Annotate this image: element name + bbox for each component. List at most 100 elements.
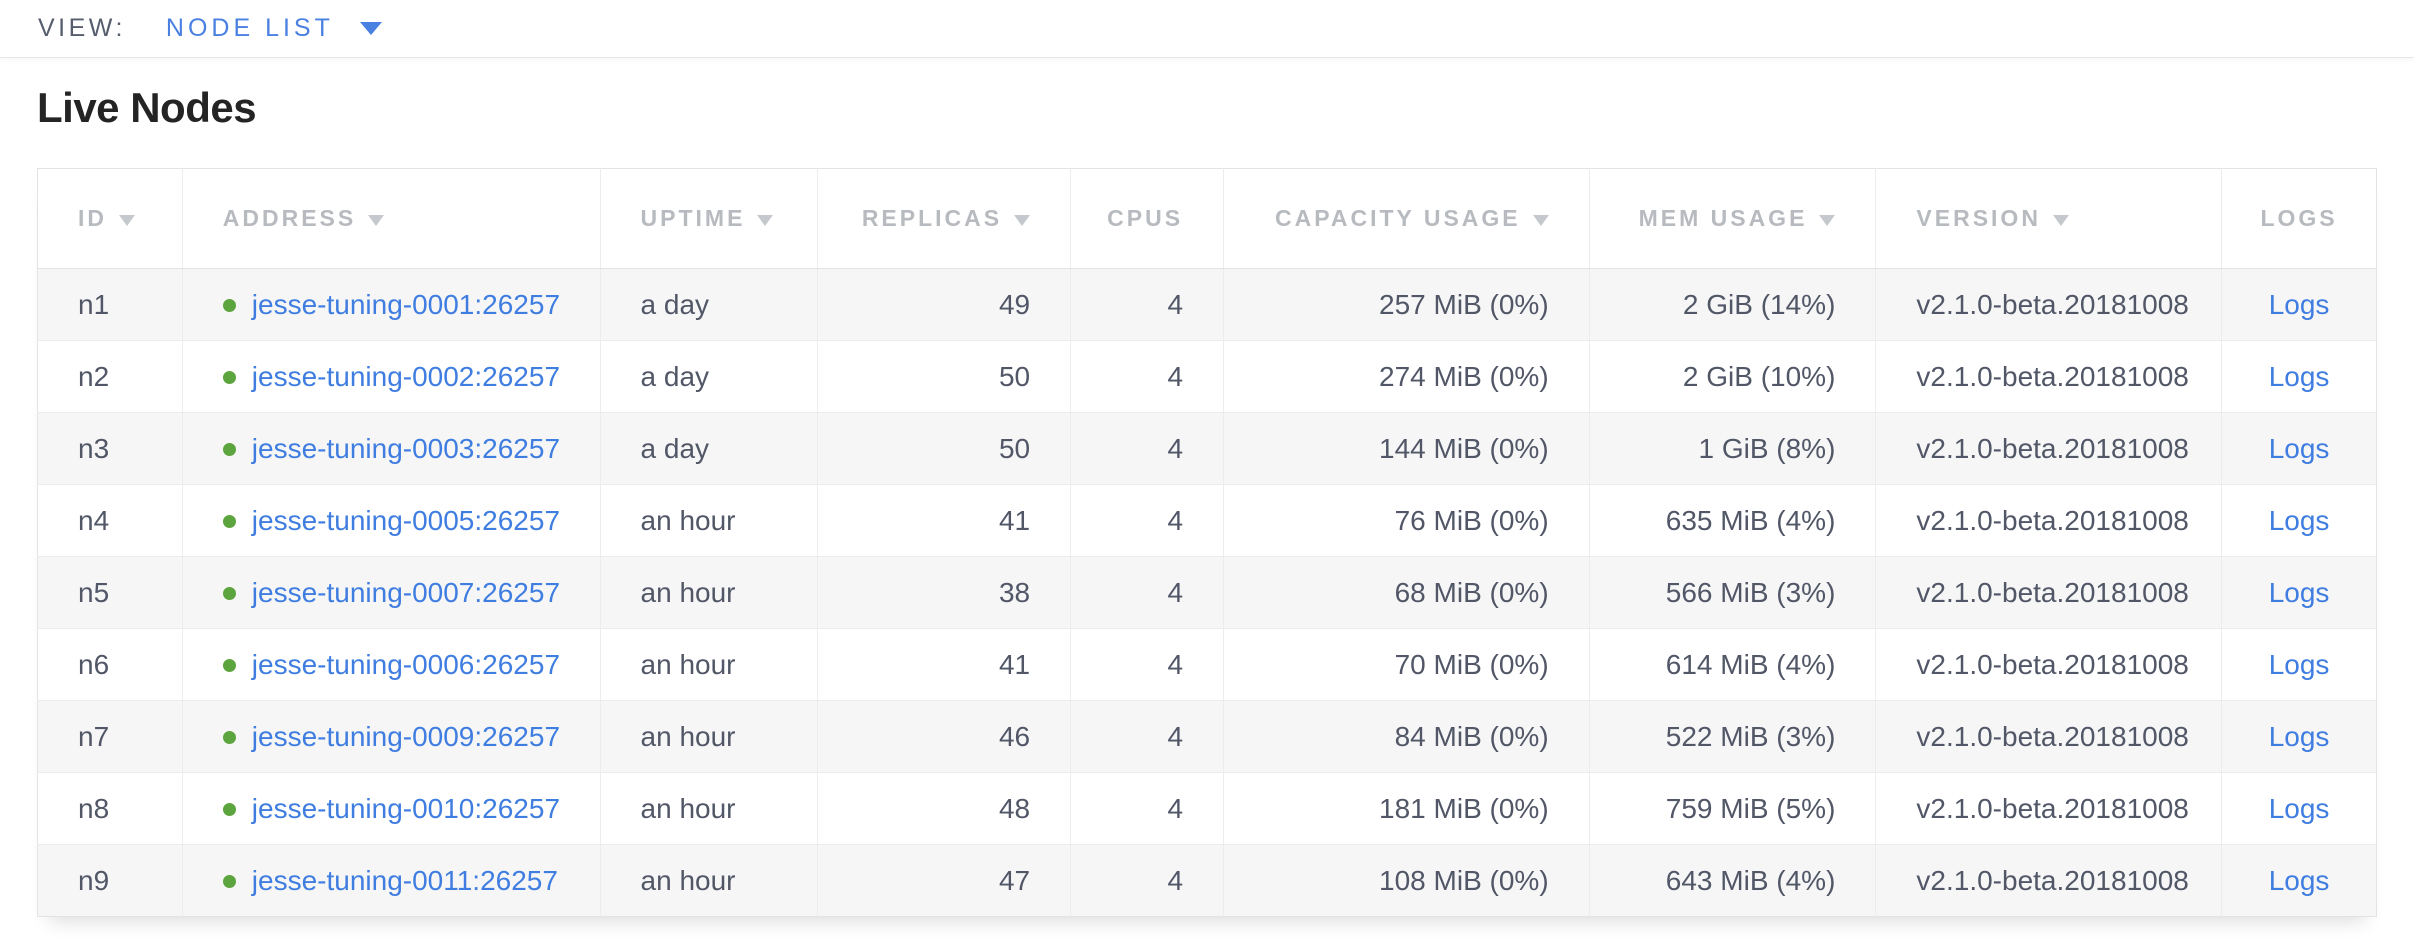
column-header-id[interactable]: ID <box>38 169 183 269</box>
node-uptime-cell: a day <box>600 341 818 413</box>
node-address-cell: jesse-tuning-0006:26257 <box>182 629 600 701</box>
node-version-cell: v2.1.0-beta.20181008 <box>1876 341 2222 413</box>
column-header-uptime[interactable]: UPTIME <box>600 169 818 269</box>
node-uptime-cell: a day <box>600 413 818 485</box>
node-cpus-cell: 4 <box>1071 485 1224 557</box>
node-uptime-cell: an hour <box>600 629 818 701</box>
node-id-cell: n7 <box>38 701 183 773</box>
node-version-cell: v2.1.0-beta.20181008 <box>1876 269 2222 341</box>
node-logs-cell: Logs <box>2222 845 2377 917</box>
node-capacity_usage-cell: 108 MiB (0%) <box>1224 845 1590 917</box>
view-selector-dropdown[interactable]: NODE LIST <box>166 14 382 43</box>
node-mem_usage-cell: 522 MiB (3%) <box>1589 701 1876 773</box>
node-id-cell: n5 <box>38 557 183 629</box>
node-version-cell: v2.1.0-beta.20181008 <box>1876 557 2222 629</box>
node-logs-cell: Logs <box>2222 341 2377 413</box>
column-header-address[interactable]: ADDRESS <box>182 169 600 269</box>
node-replicas-cell: 50 <box>818 341 1071 413</box>
node-logs-link[interactable]: Logs <box>2269 505 2330 536</box>
node-address-cell: jesse-tuning-0001:26257 <box>182 269 600 341</box>
node-mem_usage-cell: 759 MiB (5%) <box>1589 773 1876 845</box>
column-label: CPUS <box>1107 205 1183 231</box>
node-address-cell: jesse-tuning-0011:26257 <box>182 845 600 917</box>
node-address-link[interactable]: jesse-tuning-0009:26257 <box>252 721 560 752</box>
node-mem_usage-cell: 566 MiB (3%) <box>1589 557 1876 629</box>
node-address-link[interactable]: jesse-tuning-0007:26257 <box>252 577 560 608</box>
node-logs-link[interactable]: Logs <box>2269 289 2330 320</box>
live-nodes-section: Live Nodes ID ADDRESSUPTIMEREPLICAS CPUS CA… <box>0 84 2414 917</box>
node-logs-link[interactable]: Logs <box>2269 649 2330 680</box>
node-mem_usage-cell: 1 GiB (8%) <box>1589 413 1876 485</box>
node-mem_usage-cell: 2 GiB (14%) <box>1589 269 1876 341</box>
view-selected-value: NODE LIST <box>166 14 334 43</box>
node-live-status-icon <box>223 659 236 672</box>
node-capacity_usage-cell: 181 MiB (0%) <box>1224 773 1590 845</box>
column-label: LOGS <box>2260 205 2337 231</box>
node-live-status-icon <box>223 515 236 528</box>
node-uptime-cell: an hour <box>600 773 818 845</box>
column-header-cpus: CPUS <box>1071 169 1224 269</box>
node-logs-link[interactable]: Logs <box>2269 433 2330 464</box>
sort-desc-icon <box>119 215 135 226</box>
node-live-status-icon <box>223 803 236 816</box>
column-header-mem_usage[interactable]: MEM USAGE <box>1589 169 1876 269</box>
node-row-n2: n2jesse-tuning-0002:26257a day504274 MiB… <box>38 341 2377 413</box>
node-version-cell: v2.1.0-beta.20181008 <box>1876 701 2222 773</box>
node-address-link[interactable]: jesse-tuning-0006:26257 <box>252 649 560 680</box>
column-label: CAPACITY USAGE <box>1275 205 1521 231</box>
node-address-cell: jesse-tuning-0003:26257 <box>182 413 600 485</box>
node-address-link[interactable]: jesse-tuning-0005:26257 <box>252 505 560 536</box>
node-capacity_usage-cell: 257 MiB (0%) <box>1224 269 1590 341</box>
node-cpus-cell: 4 <box>1071 341 1224 413</box>
node-cpus-cell: 4 <box>1071 413 1224 485</box>
node-uptime-cell: an hour <box>600 845 818 917</box>
node-logs-link[interactable]: Logs <box>2269 793 2330 824</box>
node-live-status-icon <box>223 731 236 744</box>
column-label: MEM USAGE <box>1639 205 1808 231</box>
node-live-status-icon <box>223 875 236 888</box>
node-address-link[interactable]: jesse-tuning-0011:26257 <box>252 865 558 896</box>
page-title: Live Nodes <box>37 84 2377 132</box>
node-version-cell: v2.1.0-beta.20181008 <box>1876 485 2222 557</box>
node-uptime-cell: a day <box>600 269 818 341</box>
node-row-n8: n8jesse-tuning-0010:26257an hour484181 M… <box>38 773 2377 845</box>
chevron-down-icon <box>360 22 382 35</box>
node-logs-link[interactable]: Logs <box>2269 721 2330 752</box>
node-replicas-cell: 46 <box>818 701 1071 773</box>
node-logs-link[interactable]: Logs <box>2269 361 2330 392</box>
sort-desc-icon <box>368 215 384 226</box>
node-replicas-cell: 47 <box>818 845 1071 917</box>
node-logs-link[interactable]: Logs <box>2269 577 2330 608</box>
node-address-cell: jesse-tuning-0002:26257 <box>182 341 600 413</box>
node-uptime-cell: an hour <box>600 485 818 557</box>
column-header-version[interactable]: VERSION <box>1876 169 2222 269</box>
column-header-logs: LOGS <box>2222 169 2377 269</box>
node-address-link[interactable]: jesse-tuning-0010:26257 <box>252 793 560 824</box>
column-header-replicas[interactable]: REPLICAS <box>818 169 1071 269</box>
node-cpus-cell: 4 <box>1071 701 1224 773</box>
node-cpus-cell: 4 <box>1071 269 1224 341</box>
node-logs-cell: Logs <box>2222 557 2377 629</box>
node-logs-link[interactable]: Logs <box>2269 865 2330 896</box>
node-cpus-cell: 4 <box>1071 845 1224 917</box>
sort-desc-icon <box>1533 215 1549 226</box>
node-capacity_usage-cell: 144 MiB (0%) <box>1224 413 1590 485</box>
node-version-cell: v2.1.0-beta.20181008 <box>1876 845 2222 917</box>
node-address-link[interactable]: jesse-tuning-0002:26257 <box>252 361 560 392</box>
node-address-link[interactable]: jesse-tuning-0001:26257 <box>252 289 560 320</box>
node-cpus-cell: 4 <box>1071 629 1224 701</box>
node-address-link[interactable]: jesse-tuning-0003:26257 <box>252 433 560 464</box>
column-header-capacity_usage[interactable]: CAPACITY USAGE <box>1224 169 1590 269</box>
column-label: ID <box>78 205 107 231</box>
node-logs-cell: Logs <box>2222 629 2377 701</box>
node-id-cell: n1 <box>38 269 183 341</box>
view-label: VIEW: <box>38 14 126 43</box>
live-nodes-table: ID ADDRESSUPTIMEREPLICAS CPUS CAPACITY USAG… <box>37 168 2377 917</box>
node-version-cell: v2.1.0-beta.20181008 <box>1876 629 2222 701</box>
node-version-cell: v2.1.0-beta.20181008 <box>1876 413 2222 485</box>
node-row-n9: n9jesse-tuning-0011:26257an hour474108 M… <box>38 845 2377 917</box>
node-replicas-cell: 49 <box>818 269 1071 341</box>
node-capacity_usage-cell: 70 MiB (0%) <box>1224 629 1590 701</box>
node-row-n3: n3jesse-tuning-0003:26257a day504144 MiB… <box>38 413 2377 485</box>
node-id-cell: n2 <box>38 341 183 413</box>
